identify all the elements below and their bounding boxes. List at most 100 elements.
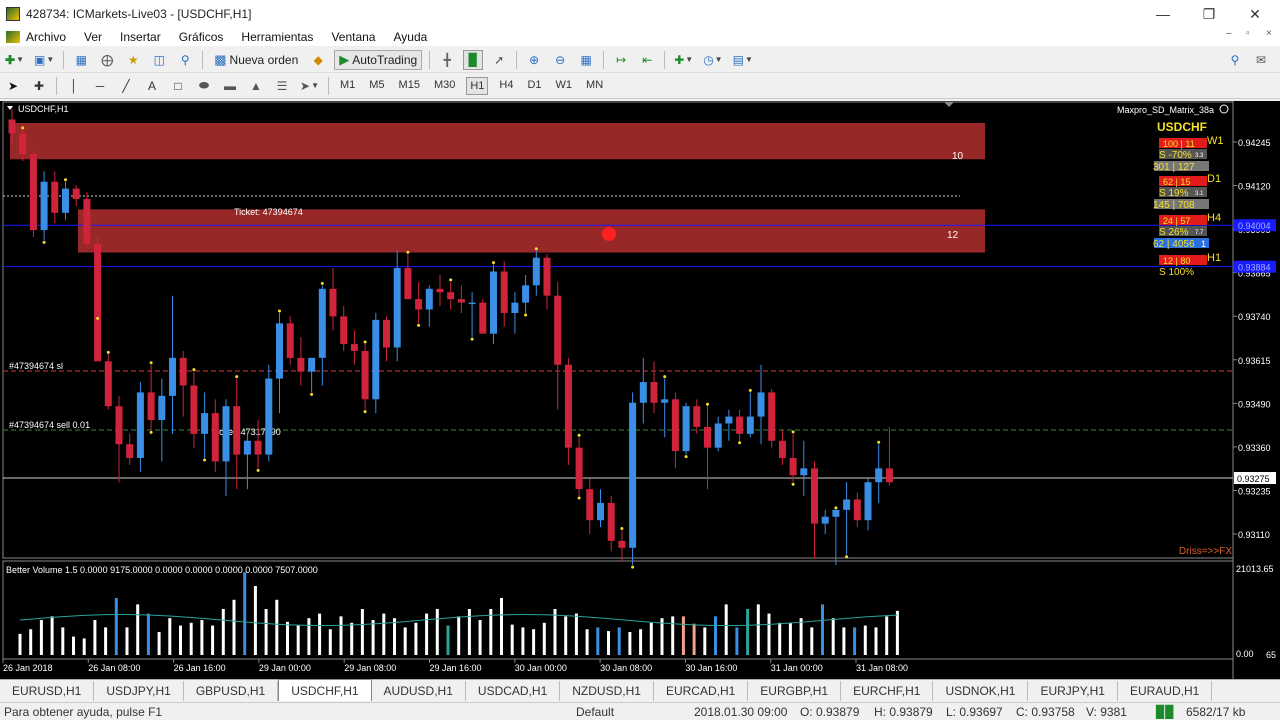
candle-body	[104, 361, 112, 407]
separator	[63, 50, 65, 69]
chart-window-icon[interactable]	[6, 31, 20, 43]
periods-icon[interactable]: ◷ ▼	[701, 50, 724, 70]
chart-shift-icon[interactable]: ⇤	[637, 50, 657, 70]
symbol-tab[interactable]: AUDUSD,H1	[372, 681, 466, 701]
vertical-line-icon[interactable]: │	[64, 76, 84, 96]
candle-body	[661, 399, 669, 403]
terminal-icon[interactable]: ◫	[149, 50, 169, 70]
minimize-icon[interactable]: —	[1140, 0, 1186, 28]
tile-windows-icon[interactable]: ▦	[576, 50, 596, 70]
horizontal-line-icon[interactable]: ─	[90, 76, 110, 96]
price-chart[interactable]: 10 12 Ticket: 47394674 #47394674 sl #4739467…	[0, 101, 1280, 679]
symbol-tab[interactable]: GBPUSD,H1	[184, 681, 279, 701]
matrix-title: USDCHF	[1157, 120, 1207, 134]
strategy-tester-icon[interactable]: ⚲	[175, 50, 195, 70]
timeframe-m1[interactable]: M1	[337, 77, 358, 95]
new-chart-icon[interactable]: ✚ ▼	[3, 50, 26, 70]
data-window-icon[interactable]: ⨁	[97, 50, 117, 70]
trendline-icon[interactable]: ╱	[116, 76, 136, 96]
time-axis-label: 29 Jan 08:00	[344, 663, 396, 673]
chat-icon[interactable]: ✉	[1251, 50, 1271, 70]
ellipse-icon[interactable]: ⬬	[194, 76, 214, 96]
symbol-tab[interactable]: EURCHF,H1	[841, 681, 934, 701]
triangle-icon[interactable]: ▲	[246, 76, 266, 96]
matrix-tiny: 3.3	[1195, 153, 1204, 159]
symbol-tab[interactable]: USDNOK,H1	[933, 681, 1029, 701]
crosshair-icon[interactable]: ✚	[29, 76, 49, 96]
menu-ver[interactable]: Ver	[84, 30, 102, 44]
candle-body	[147, 392, 155, 421]
candle-body	[500, 271, 508, 313]
mdi-restore-icon[interactable]: ▫	[1246, 28, 1250, 39]
timeframe-mn[interactable]: MN	[583, 77, 606, 95]
autotrading-button[interactable]: ▶ AutoTrading	[334, 49, 423, 70]
volume-bar	[660, 618, 664, 655]
time-axis-label: 31 Jan 00:00	[771, 663, 823, 673]
candle-body	[532, 257, 540, 286]
auto-scroll-icon[interactable]: ↦	[611, 50, 631, 70]
menu-herramientas[interactable]: Herramientas	[241, 30, 313, 44]
price-axis-label: 0.94120	[1238, 182, 1271, 192]
candle-body	[746, 416, 754, 434]
close-icon[interactable]: ✕	[1232, 0, 1278, 28]
volume-bar	[146, 613, 150, 655]
candlesticks-icon[interactable]: ▉	[463, 49, 484, 70]
symbol-tab[interactable]: EURUSD,H1	[0, 681, 95, 701]
mdi-minimize-icon[interactable]: –	[1226, 28, 1232, 39]
search-icon[interactable]: ⚲	[1225, 50, 1245, 70]
menu-ayuda[interactable]: Ayuda	[393, 30, 427, 44]
symbol-tab[interactable]: USDJPY,H1	[94, 681, 184, 701]
timeframe-m30[interactable]: M30	[431, 77, 458, 95]
symbol-tab[interactable]: EURCAD,H1	[654, 681, 749, 701]
timeframe-d1[interactable]: D1	[524, 77, 544, 95]
fractal-dot	[363, 410, 367, 414]
rectangle-icon[interactable]: ▬	[220, 76, 240, 96]
candle-body	[457, 299, 465, 303]
bar-chart-icon[interactable]: ╋	[437, 50, 457, 70]
symbol-tab[interactable]: EURAUD,H1	[1118, 681, 1213, 701]
symbol-tab[interactable]: NZDUSD,H1	[560, 681, 654, 701]
text-label-icon[interactable]: □	[168, 76, 188, 96]
volume-bar	[446, 625, 450, 655]
profiles-icon[interactable]: ▣ ▼	[32, 50, 56, 70]
text-icon[interactable]: A	[142, 76, 162, 96]
symbol-tab[interactable]: EURJPY,H1	[1028, 681, 1118, 701]
fractal-dot	[42, 240, 46, 244]
menu-archivo[interactable]: Archivo	[26, 30, 66, 44]
volume-bar	[842, 627, 846, 655]
metaeditor-icon[interactable]: ◆	[308, 50, 328, 70]
symbol-tab[interactable]: USDCAD,H1	[466, 681, 561, 701]
candle-body	[233, 406, 241, 455]
mdi-close-icon[interactable]: ×	[1266, 28, 1272, 39]
menu-ventana[interactable]: Ventana	[331, 30, 375, 44]
fibonacci-icon[interactable]: ☰	[272, 76, 292, 96]
chart-area[interactable]: 10 12 Ticket: 47394674 #47394674 sl #4739467…	[0, 101, 1280, 679]
symbol-tab[interactable]: USDCHF,H1	[278, 679, 372, 701]
status-open: O: 0.93879	[800, 705, 860, 719]
candle-body	[564, 364, 572, 448]
timeframe-h1[interactable]: H1	[466, 76, 489, 95]
zoom-in-icon[interactable]: ⊕	[524, 50, 544, 70]
zoom-out-icon[interactable]: ⊖	[550, 50, 570, 70]
menu-insertar[interactable]: Insertar	[120, 30, 161, 44]
navigator-icon[interactable]: ★	[123, 50, 143, 70]
cursor-icon[interactable]: ➤	[3, 76, 23, 96]
new-order-button[interactable]: ▩ Nueva orden	[210, 50, 302, 70]
menu-graficos[interactable]: Gráficos	[179, 30, 224, 44]
timeframe-w1[interactable]: W1	[553, 77, 576, 95]
candle-body	[115, 406, 123, 445]
separator	[56, 76, 57, 95]
line-chart-icon[interactable]: ➚	[489, 50, 509, 70]
volume-bar	[788, 622, 792, 655]
timeframe-m5[interactable]: M5	[366, 77, 387, 95]
volume-bar	[296, 625, 300, 655]
restore-icon[interactable]: ❐	[1186, 0, 1232, 28]
market-watch-icon[interactable]: ▦	[71, 50, 91, 70]
symbol-tab[interactable]: EURGBP,H1	[748, 681, 842, 701]
timeframe-h4[interactable]: H4	[496, 77, 516, 95]
templates-icon[interactable]: ▤ ▼	[731, 50, 755, 70]
fractal-dot	[877, 440, 881, 444]
indicators-icon[interactable]: ✚ ▼	[672, 50, 695, 70]
arrows-icon[interactable]: ➤ ▼	[298, 76, 321, 96]
timeframe-m15[interactable]: M15	[396, 77, 423, 95]
